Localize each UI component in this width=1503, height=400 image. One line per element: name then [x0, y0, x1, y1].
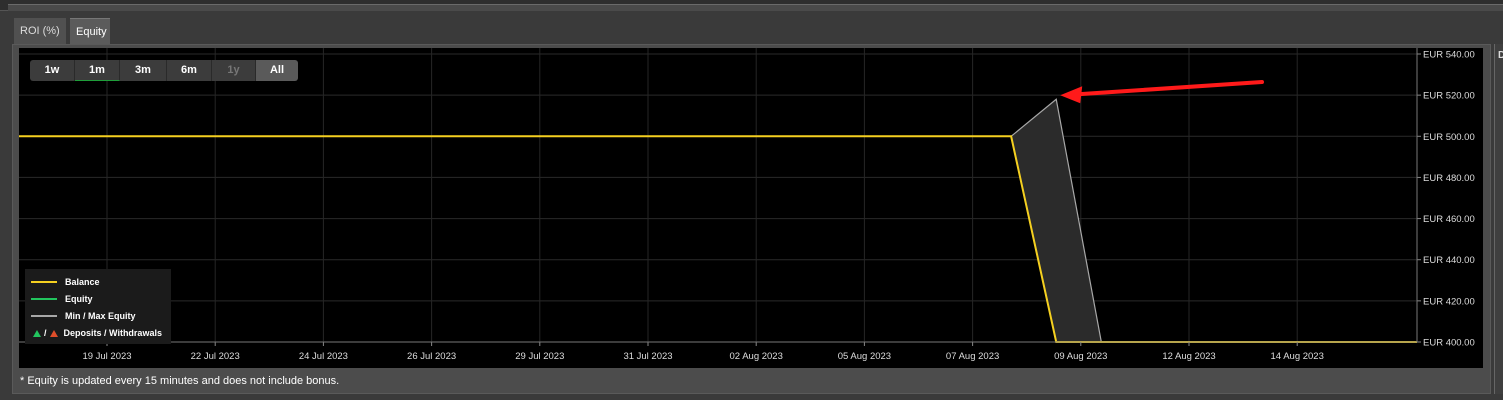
y-tick-label: EUR 460.00 — [1423, 214, 1475, 225]
minmax-swatch — [31, 315, 57, 317]
range-1m-button[interactable]: 1m — [75, 60, 120, 81]
x-tick-label: 29 Jul 2023 — [515, 351, 564, 362]
x-tick-label: 31 Jul 2023 — [623, 351, 672, 362]
x-tick-label: 24 Jul 2023 — [299, 351, 348, 362]
range-1w-button[interactable]: 1w — [30, 60, 75, 81]
right-panel-letter: D — [1498, 50, 1503, 61]
legend-slash: / — [44, 328, 47, 338]
y-tick-label: EUR 400.00 — [1423, 338, 1475, 349]
deposit-triangle-icon — [33, 329, 41, 337]
y-tick-label: EUR 440.00 — [1423, 255, 1475, 266]
balance-line — [19, 135, 1417, 343]
legend-label-equity: Equity — [65, 294, 93, 304]
legend-label-minmax: Min / Max Equity — [65, 311, 136, 321]
legend-item-balance[interactable]: Balance — [31, 275, 100, 289]
x-tick-label: 05 Aug 2023 — [838, 351, 891, 362]
balance-swatch — [31, 281, 57, 283]
x-tick-label: 22 Jul 2023 — [191, 351, 240, 362]
chart-legend: Balance Equity Min / Max Equity / Deposi… — [25, 269, 171, 344]
x-tick-label: 26 Jul 2023 — [407, 351, 456, 362]
legend-item-minmax[interactable]: Min / Max Equity — [31, 309, 136, 323]
x-tick-label: 07 Aug 2023 — [946, 351, 999, 362]
x-tick-label: 14 Aug 2023 — [1271, 351, 1324, 362]
legend-label-balance: Balance — [65, 277, 100, 287]
x-tick-label: 19 Jul 2023 — [82, 351, 131, 362]
y-tick-label: EUR 500.00 — [1423, 132, 1475, 143]
x-tick-label: 02 Aug 2023 — [730, 351, 783, 362]
chart-area: EUR 540.00 EUR 520.00 EUR 500.00 EUR 480.00… — [19, 48, 1483, 368]
y-tick-label: EUR 420.00 — [1423, 296, 1475, 307]
equity-swatch — [31, 298, 57, 300]
right-side-panel: D — [1494, 44, 1503, 394]
withdrawal-triangle-icon — [49, 329, 58, 337]
range-selector: 1w 1m 3m 6m 1y All — [30, 60, 298, 81]
x-tick-label: 12 Aug 2023 — [1162, 351, 1215, 362]
y-tick-label: EUR 520.00 — [1423, 91, 1475, 102]
y-tick-label: EUR 540.00 — [1423, 50, 1475, 61]
range-1y-button: 1y — [212, 60, 256, 81]
range-all-button[interactable]: All — [256, 60, 298, 81]
top-strip-inner — [8, 4, 1503, 11]
top-strip — [0, 0, 1503, 11]
legend-item-equity[interactable]: Equity — [31, 292, 93, 306]
minmax-band — [1011, 99, 1102, 342]
equity-chart: EUR 540.00 EUR 520.00 EUR 500.00 EUR 480.00… — [19, 48, 1475, 362]
range-6m-button[interactable]: 6m — [167, 60, 212, 81]
tab-roi[interactable]: ROI (%) — [14, 18, 66, 44]
y-tick-label: EUR 480.00 — [1423, 173, 1475, 184]
range-3m-button[interactable]: 3m — [120, 60, 167, 81]
annotation-arrow-shaft — [1076, 80, 1264, 97]
legend-item-deposits[interactable]: / Deposits / Withdrawals — [31, 326, 162, 340]
x-tick-label: 09 Aug 2023 — [1054, 351, 1107, 362]
annotation-arrow-head — [1060, 86, 1083, 104]
legend-label-deposits: Deposits / Withdrawals — [63, 328, 162, 338]
tab-equity[interactable]: Equity — [70, 18, 110, 44]
equity-footnote: * Equity is updated every 15 minutes and… — [20, 375, 340, 387]
